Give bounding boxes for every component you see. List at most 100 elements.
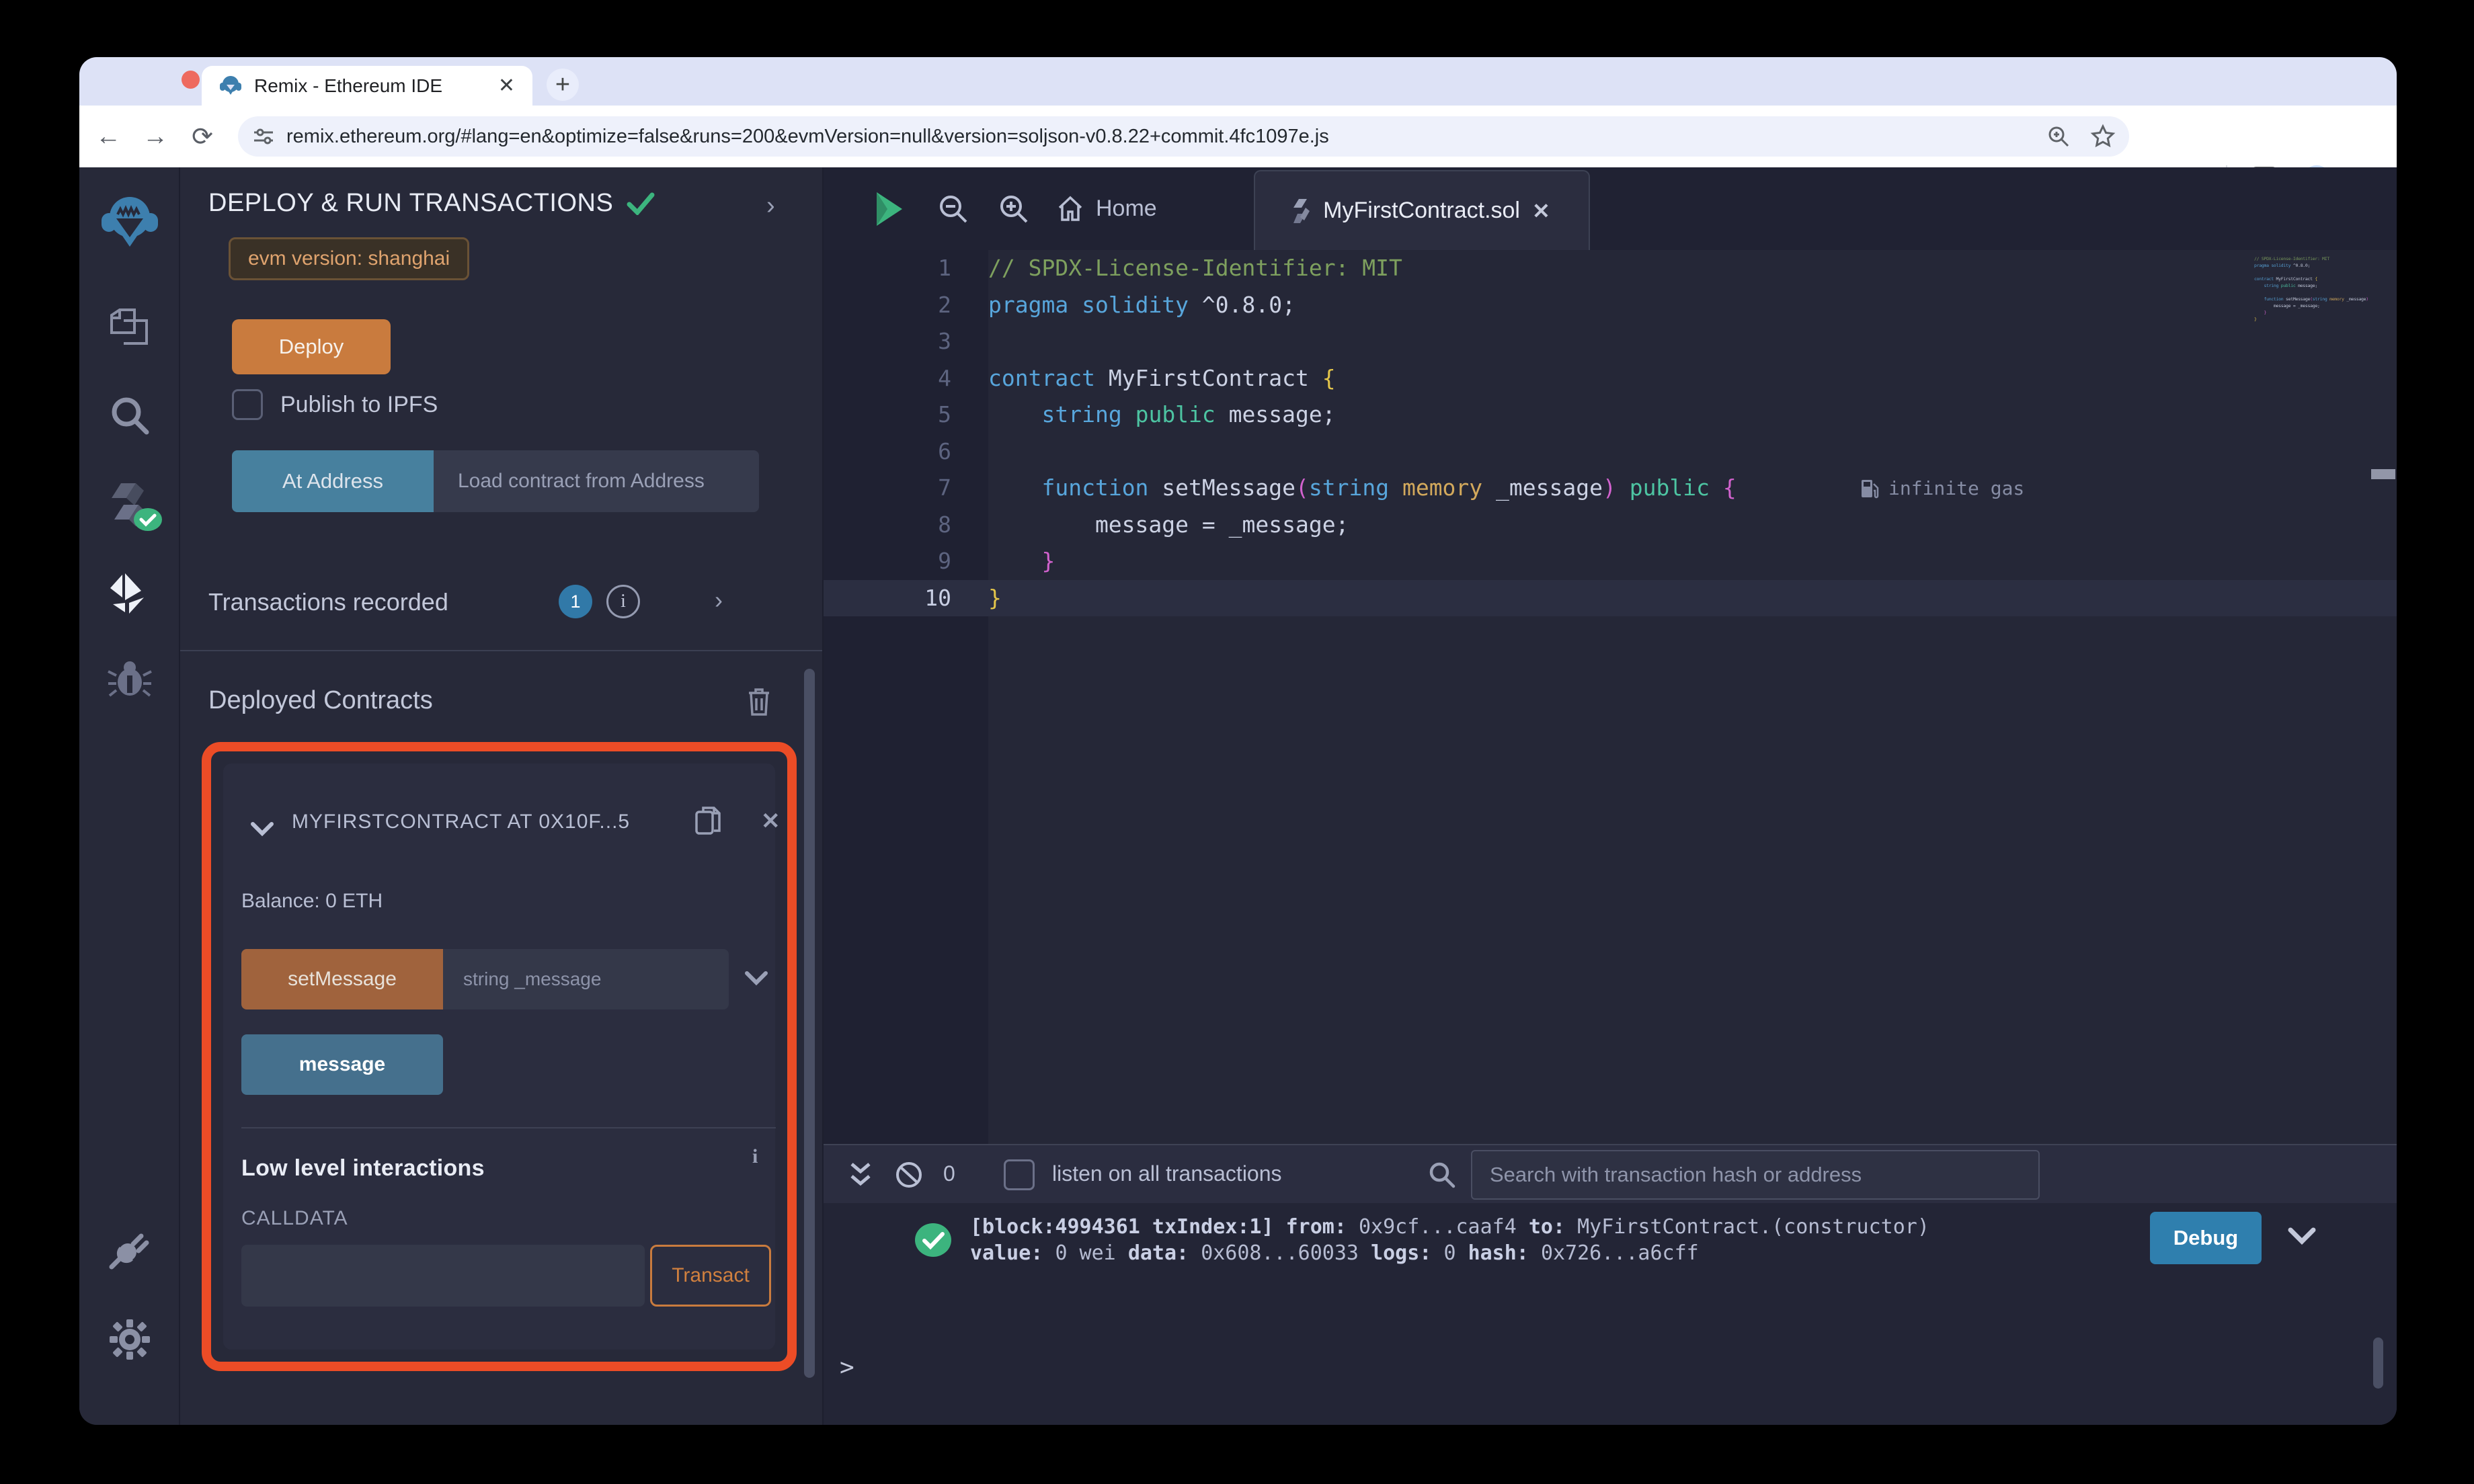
gas-annotation: infinite gas (1860, 470, 2024, 506)
debug-button[interactable]: Debug (2150, 1212, 2262, 1264)
at-address-button[interactable]: At Address (232, 450, 434, 512)
plugin-manager-icon[interactable] (79, 1227, 180, 1271)
file-explorer-icon[interactable] (79, 306, 180, 350)
terminal-header: 0 listen on all transactions (824, 1144, 2397, 1203)
terminal-scrollbar[interactable] (2373, 1337, 2383, 1389)
clear-contracts-trash-icon[interactable] (745, 685, 773, 717)
info-icon[interactable]: i (606, 585, 640, 618)
code-line[interactable]: 2 pragma solidity ^0.8.0; (824, 287, 2397, 324)
reload-icon[interactable]: ⟳ (179, 122, 226, 152)
contract-card-header[interactable]: MYFIRSTCONTRACT AT 0X10F...5 ✕ (223, 802, 781, 843)
panel-expand-chevron-icon[interactable]: › (766, 192, 775, 220)
set-message-button[interactable]: setMessage (241, 949, 443, 1009)
tab-myfirstcontract[interactable]: MyFirstContract.sol ✕ (1254, 170, 1590, 250)
terminal-prompt[interactable]: > (840, 1354, 854, 1381)
main-panel: Home MyFirstContract.sol ✕ 1// SPDX-Lice… (824, 167, 2397, 1425)
terminal: 0 listen on all transactions [block:4994… (824, 1144, 2397, 1425)
code-line[interactable]: 8 message = _message; (824, 507, 2397, 544)
deploy-button[interactable]: Deploy (232, 319, 391, 374)
transactions-recorded-row[interactable]: Transactions recorded 1 i › (208, 581, 795, 624)
expand-terminal-icon[interactable] (848, 1160, 873, 1190)
remove-contract-icon[interactable]: ✕ (761, 808, 781, 835)
minimap[interactable]: // SPDX-License-Identifier: MIT pragma so… (2254, 255, 2370, 323)
calldata-input[interactable] (241, 1245, 645, 1307)
back-icon[interactable]: ← (85, 122, 132, 151)
tab-home[interactable]: Home (1055, 167, 1157, 250)
chrome-toolbar: ← → ⟳ remix.ethereum.org/#lang=en&optimi… (79, 106, 2397, 195)
zoom-out-icon[interactable] (936, 192, 970, 226)
bookmark-star-icon[interactable] (2090, 124, 2116, 149)
contract-title: MYFIRSTCONTRACT AT 0X10F...5 (292, 811, 631, 833)
minimap-line: // SPDX-License-Identifier: MIT (2254, 256, 2330, 261)
evm-version-badge: evm version: shanghai (229, 237, 470, 280)
zoom-icon[interactable] (2046, 124, 2071, 149)
search-icon[interactable] (79, 393, 180, 438)
calldata-label: CALLDATA (241, 1207, 348, 1229)
code-line[interactable]: 7 function setMessage(string memory _mes… (824, 470, 2397, 507)
deployed-contracts-title: Deployed Contracts (208, 686, 433, 714)
code-line[interactable]: 9 } (824, 543, 2397, 580)
remix-logo[interactable] (79, 194, 180, 253)
gas-annotation-text: infinite gas (1888, 477, 2025, 499)
set-message-row: setMessage (241, 949, 729, 1009)
terminal-search-icon (1429, 1162, 1455, 1188)
transact-button[interactable]: Transact (650, 1245, 771, 1307)
settings-gear-icon[interactable] (79, 1318, 180, 1361)
url-text[interactable]: remix.ethereum.org/#lang=en&optimize=fal… (286, 126, 2046, 148)
code-line[interactable]: 6 (824, 434, 2397, 470)
icon-rail (79, 167, 180, 1425)
run-script-play-icon[interactable] (874, 191, 905, 227)
low-level-info-icon[interactable]: i (752, 1145, 758, 1168)
panel-title: DEPLOY & RUN TRANSACTIONS (208, 189, 655, 218)
low-level-title: Low level interactions (241, 1155, 485, 1181)
chrome-tab-bar: Remix - Ethereum IDE ✕ + (79, 57, 2397, 106)
check-icon (627, 192, 655, 215)
browser-tab[interactable]: Remix - Ethereum IDE ✕ (202, 66, 532, 106)
tab-title: Remix - Ethereum IDE (254, 75, 443, 96)
transactions-count-badge: 1 (559, 585, 592, 618)
tx-success-icon (915, 1223, 951, 1257)
contract-collapse-chevron-icon[interactable] (250, 821, 274, 837)
terminal-log-area[interactable]: [block:4994361 txIndex:1] from: 0x9cf...… (824, 1203, 2397, 1425)
solidity-compiler-icon[interactable] (79, 481, 180, 531)
site-settings-icon[interactable] (251, 124, 276, 149)
at-address-input[interactable] (434, 450, 759, 512)
code-editor[interactable]: 1// SPDX-License-Identifier: MIT 2 pragma … (824, 250, 2397, 1144)
browser-window: Remix - Ethereum IDE ✕ + ← → ⟳ remix.eth… (79, 57, 2397, 1425)
clear-console-icon[interactable] (893, 1159, 924, 1190)
listen-transactions-checkbox[interactable] (1004, 1159, 1035, 1190)
omnibox[interactable]: remix.ethereum.org/#lang=en&optimize=fal… (238, 116, 2129, 157)
code-line[interactable]: 4 contract MyFirstContract { (824, 360, 2397, 397)
minimap-line: contract MyFirstContract { (2254, 276, 2317, 282)
close-file-icon[interactable]: ✕ (1532, 198, 1550, 224)
transactions-chevron-icon[interactable]: › (715, 586, 723, 614)
side-panel-scrollbar[interactable] (804, 669, 815, 1378)
editor-scrollbar-marker[interactable] (2371, 469, 2395, 479)
code-line[interactable]: 5 string public message; (824, 397, 2397, 434)
close-window-button[interactable] (182, 71, 200, 89)
publish-ipfs-checkbox[interactable] (232, 389, 263, 420)
set-message-input[interactable] (443, 949, 729, 1009)
highlight-rectangle: MYFIRSTCONTRACT AT 0X10F...5 ✕ Balance: … (202, 742, 797, 1371)
pending-tx-count: 0 (943, 1161, 955, 1186)
forward-icon[interactable]: → (132, 122, 179, 151)
terminal-search-input[interactable] (1471, 1150, 2040, 1200)
log-expand-chevron-icon[interactable] (2288, 1227, 2316, 1246)
code-line[interactable]: 3 (824, 323, 2397, 360)
tab-close-icon[interactable]: ✕ (498, 74, 515, 97)
editor-tab-strip: Home MyFirstContract.sol ✕ (824, 167, 2397, 250)
remix-favicon (219, 75, 242, 97)
deploy-run-icon[interactable] (79, 571, 180, 619)
deploy-run-panel: DEPLOY & RUN TRANSACTIONS › evm version:… (180, 167, 824, 1425)
code-line[interactable]: 10} (824, 579, 2397, 616)
message-getter-button[interactable]: message (241, 1034, 443, 1095)
expand-args-chevron-icon[interactable] (744, 971, 768, 987)
new-tab-button[interactable]: + (547, 69, 579, 101)
file-tab-label: MyFirstContract.sol (1323, 198, 1520, 223)
code-line[interactable]: 1// SPDX-License-Identifier: MIT (824, 250, 2397, 287)
transaction-log[interactable]: [block:4994361 txIndex:1] from: 0x9cf...… (970, 1214, 1942, 1266)
zoom-in-icon[interactable] (997, 192, 1031, 226)
copy-address-icon[interactable] (694, 804, 722, 837)
minimap-line: function setMessage(string memory _messa… (2264, 296, 2368, 302)
debugger-icon[interactable] (79, 659, 180, 700)
